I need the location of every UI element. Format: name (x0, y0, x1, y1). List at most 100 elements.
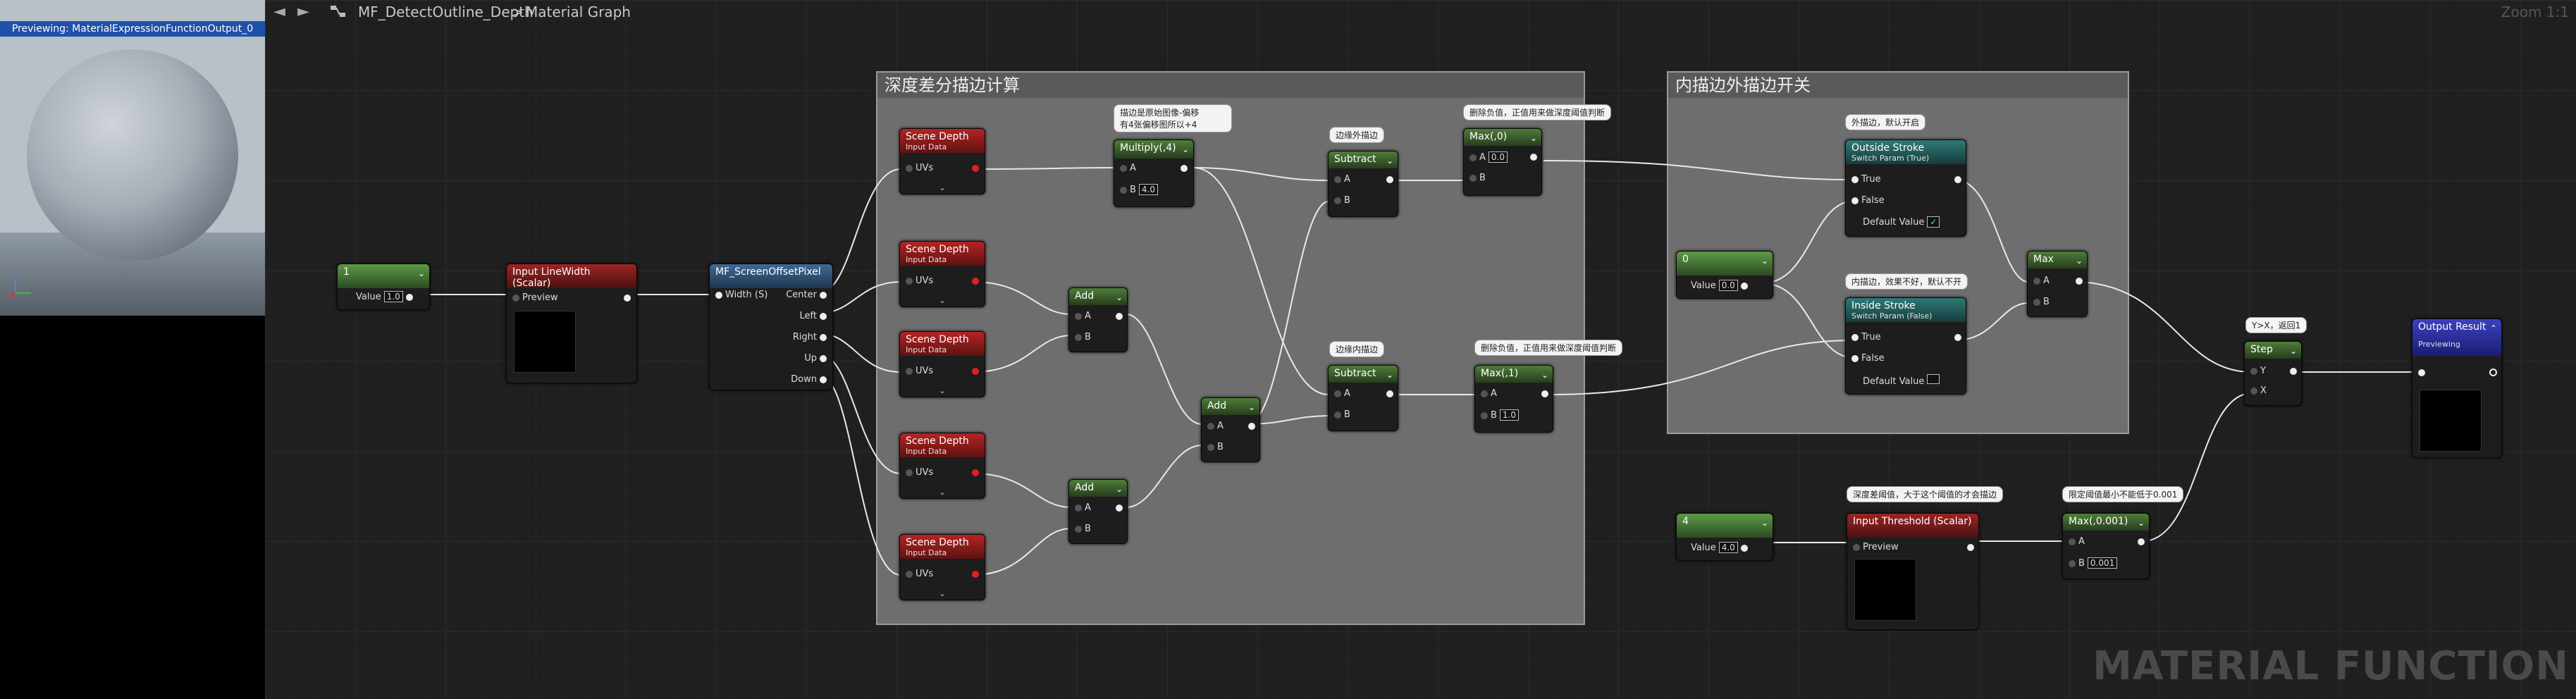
node-scene-depth-down[interactable]: Scene Depth Input Data UVs ⌄ (899, 534, 985, 600)
node-input-linewidth[interactable]: Input LineWidth (Scalar) Preview (506, 264, 637, 383)
output-pin-icon[interactable] (1740, 544, 1748, 552)
output-pin[interactable] (2287, 366, 2300, 376)
chevron-down-icon[interactable]: ⌄ (2290, 346, 2297, 356)
input-pin-icon[interactable] (1851, 333, 1859, 341)
value-field[interactable]: Value 1.0 (356, 291, 416, 302)
chevron-down-icon[interactable]: ⌄ (2076, 256, 2083, 266)
node-inside-stroke-switch[interactable]: Inside Stroke Switch Param (False) True F… (1845, 297, 1966, 395)
input-pin[interactable] (2415, 367, 2428, 378)
chevron-down-icon[interactable]: ⌄ (939, 183, 945, 192)
output-pin[interactable] (1383, 388, 1396, 399)
a-pin[interactable]: A (1478, 388, 1497, 399)
input-pin-icon[interactable] (1334, 175, 1341, 183)
input-pin-icon[interactable] (1075, 312, 1082, 320)
b-pin[interactable]: B (1072, 524, 1091, 534)
chevron-down-icon[interactable]: ⌄ (1541, 370, 1548, 380)
b-pin[interactable]: B 1.0 (1478, 409, 1520, 421)
output-pin-icon[interactable] (820, 376, 827, 383)
input-pin-icon[interactable] (2250, 367, 2257, 375)
output-pin-icon[interactable] (1181, 164, 1188, 172)
output-pin-icon[interactable] (820, 354, 827, 362)
node-constant-zero[interactable]: 0 ⌄ Value 0.0 (1676, 251, 1773, 299)
uvs-pin[interactable]: UVs (903, 276, 933, 286)
input-pin-icon[interactable] (715, 291, 722, 299)
node-add-2[interactable]: Add ⌄ A B (1068, 479, 1128, 544)
chevron-up-icon[interactable]: ⌃ (2490, 323, 2497, 333)
output-pin[interactable] (1113, 311, 1126, 321)
output-pin[interactable] (969, 467, 982, 478)
value-input[interactable]: 1.0 (383, 291, 403, 302)
false-pin[interactable]: False (1849, 195, 1885, 206)
b-pin[interactable]: B 0.001 (2066, 557, 2118, 569)
x-pin[interactable]: X (2248, 385, 2267, 396)
output-pin-icon[interactable] (1954, 175, 1961, 183)
input-pin-icon[interactable] (1207, 422, 1214, 430)
down-pin[interactable]: Down (791, 374, 830, 385)
output-pin[interactable] (2135, 536, 2147, 547)
node-add-1[interactable]: Add ⌄ A B (1068, 287, 1128, 352)
node-multiply[interactable]: Multiply(,4) ⌄ A B 4.0 (1114, 140, 1194, 207)
output-pin[interactable] (2073, 276, 2085, 286)
output-pin-icon[interactable] (972, 570, 979, 578)
true-pin[interactable]: True (1849, 174, 1881, 185)
value-input[interactable]: 1.0 (1499, 409, 1520, 421)
value-field[interactable]: Value 4.0 (1691, 542, 1751, 553)
input-pin-icon[interactable] (1075, 504, 1082, 512)
chevron-down-icon[interactable]: ⌄ (1116, 292, 1123, 302)
input-pin-icon[interactable] (1075, 333, 1082, 341)
input-pin-icon[interactable] (1334, 411, 1341, 419)
chevron-down-icon[interactable]: ⌄ (939, 386, 945, 395)
output-pin-icon[interactable] (2489, 369, 2497, 376)
node-max[interactable]: Max ⌄ A B (2027, 251, 2088, 317)
input-pin-icon[interactable] (1851, 197, 1859, 204)
value-input[interactable]: 4.0 (1138, 184, 1159, 195)
input-pin-icon[interactable] (1207, 443, 1214, 451)
output-pin-icon[interactable] (820, 291, 827, 299)
forward-icon[interactable]: ► (297, 3, 309, 20)
output-pin-icon[interactable] (2076, 277, 2083, 285)
input-pin-icon[interactable] (1481, 390, 1488, 397)
output-pin-icon[interactable] (624, 294, 631, 302)
node-output-result[interactable]: Output Result Previewing ⌃ (2412, 318, 2502, 458)
output-pin[interactable] (969, 366, 982, 376)
input-pin-icon[interactable] (1469, 174, 1477, 182)
output-pin[interactable] (969, 163, 982, 173)
value-input[interactable]: 0.001 (2087, 557, 2118, 569)
a-pin[interactable]: A (1072, 311, 1091, 321)
chevron-down-icon[interactable]: ⌄ (1530, 133, 1537, 143)
input-pin-icon[interactable] (1851, 354, 1859, 362)
y-pin[interactable]: Y (2248, 366, 2266, 376)
a-pin[interactable]: A (1072, 502, 1091, 513)
b-pin[interactable]: B 4.0 (1117, 184, 1159, 195)
b-pin[interactable]: B (1204, 442, 1224, 452)
chevron-down-icon[interactable]: ⌄ (1761, 518, 1768, 528)
node-add-3[interactable]: Add ⌄ A B (1201, 397, 1260, 462)
a-pin[interactable]: A (1331, 174, 1350, 185)
node-screen-offset-pixel[interactable]: MF_ScreenOffsetPixel Width (S) Center Le… (709, 264, 833, 390)
output-pin[interactable] (969, 276, 982, 286)
chevron-down-icon[interactable]: ⌄ (939, 589, 945, 598)
node-input-threshold[interactable]: Input Threshold (Scalar) Preview (1847, 513, 1979, 630)
input-pin-icon[interactable] (512, 294, 519, 302)
output-pin-icon[interactable] (1740, 282, 1748, 290)
node-scene-depth-right[interactable]: Scene Depth Input Data UVs ⌄ (899, 331, 985, 397)
output-pin[interactable] (1113, 502, 1126, 513)
center-pin[interactable]: Center (786, 290, 830, 300)
output-pin-icon[interactable] (972, 469, 979, 476)
output-pin-icon[interactable] (405, 293, 413, 301)
output-pin[interactable] (1964, 542, 1977, 552)
input-pin-icon[interactable] (2069, 559, 2076, 567)
input-pin-icon[interactable] (1075, 525, 1082, 533)
uvs-pin[interactable]: UVs (903, 467, 933, 478)
a-pin[interactable]: A (1117, 163, 1136, 173)
input-pin-icon[interactable] (906, 367, 913, 375)
false-pin[interactable]: False (1849, 353, 1885, 364)
chevron-down-icon[interactable]: ⌄ (418, 268, 425, 278)
output-pin[interactable] (1952, 174, 1964, 185)
preview-pin[interactable]: Preview (1850, 542, 1899, 552)
input-pin-icon[interactable] (906, 469, 913, 476)
input-pin-icon[interactable] (1853, 543, 1860, 551)
output-pin-icon[interactable] (972, 367, 979, 375)
output-pin-icon[interactable] (1541, 390, 1548, 397)
input-pin-icon[interactable] (2418, 369, 2425, 376)
